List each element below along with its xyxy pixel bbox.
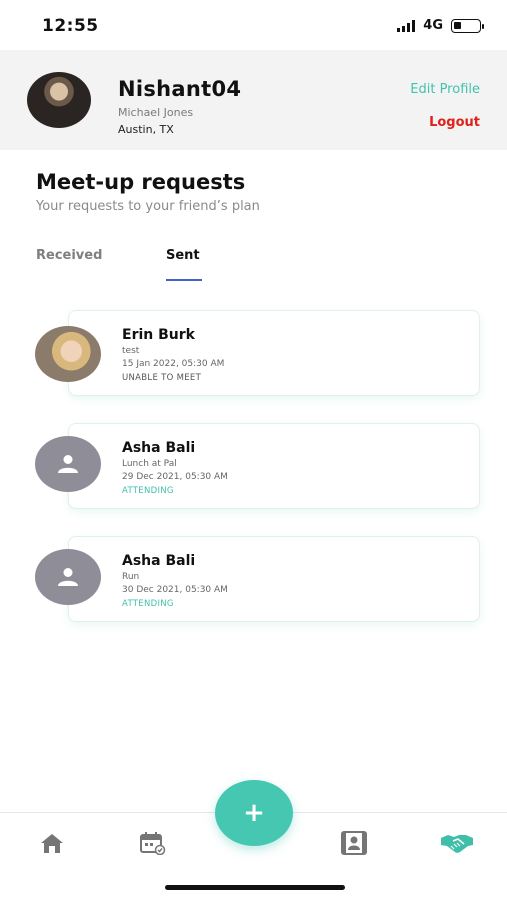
request-status: UNABLE TO MEET xyxy=(122,373,202,383)
edit-profile-link[interactable]: Edit Profile xyxy=(410,82,480,97)
profile-header: Nishant04 Michael Jones Austin, TX Edit … xyxy=(0,50,507,150)
request-name: Asha Bali xyxy=(122,440,196,456)
request-card[interactable]: Erin Burk test 15 Jan 2022, 05:30 AM UNA… xyxy=(68,310,480,396)
status-time: 12:55 xyxy=(42,16,99,36)
profile-username: Nishant04 xyxy=(118,77,242,101)
request-plan: Lunch at Pal xyxy=(122,459,177,469)
add-button[interactable]: + xyxy=(215,780,293,846)
profile-full-name: Michael Jones xyxy=(118,106,194,119)
battery-icon xyxy=(451,18,484,33)
calendar-icon[interactable] xyxy=(138,831,166,856)
request-name: Erin Burk xyxy=(122,327,195,343)
request-plan: test xyxy=(122,346,140,356)
status-indicators: 4G xyxy=(397,18,484,33)
signal-icon xyxy=(397,19,416,32)
avatar xyxy=(27,72,91,128)
home-icon[interactable] xyxy=(38,831,66,855)
logout-button[interactable]: Logout xyxy=(429,115,480,130)
request-card[interactable]: Asha Bali Lunch at Pal 29 Dec 2021, 05:3… xyxy=(68,423,480,509)
page-title: Meet-up requests xyxy=(36,170,246,194)
page-subtitle: Your requests to your friend’s plan xyxy=(36,199,260,214)
request-datetime: 15 Jan 2022, 05:30 AM xyxy=(122,359,225,369)
user-placeholder-icon xyxy=(35,436,101,492)
active-tab-indicator xyxy=(166,279,202,281)
request-status: ATTENDING xyxy=(122,599,174,609)
user-placeholder-icon xyxy=(35,549,101,605)
add-icon: + xyxy=(243,798,265,828)
avatar xyxy=(35,326,101,382)
request-datetime: 29 Dec 2021, 05:30 AM xyxy=(122,472,228,482)
tab-sent[interactable]: Sent xyxy=(166,248,200,263)
tab-received[interactable]: Received xyxy=(36,248,102,263)
request-status: ATTENDING xyxy=(122,486,174,496)
home-indicator xyxy=(165,885,345,890)
request-plan: Run xyxy=(122,572,140,582)
handshake-icon[interactable] xyxy=(440,831,474,855)
network-label: 4G xyxy=(423,18,443,33)
request-name: Asha Bali xyxy=(122,553,196,569)
request-card[interactable]: Asha Bali Run 30 Dec 2021, 05:30 AM ATTE… xyxy=(68,536,480,622)
profile-location: Austin, TX xyxy=(118,123,174,136)
request-datetime: 30 Dec 2021, 05:30 AM xyxy=(122,585,228,595)
contacts-icon[interactable] xyxy=(340,831,368,855)
status-bar: 12:55 4G xyxy=(0,0,507,50)
